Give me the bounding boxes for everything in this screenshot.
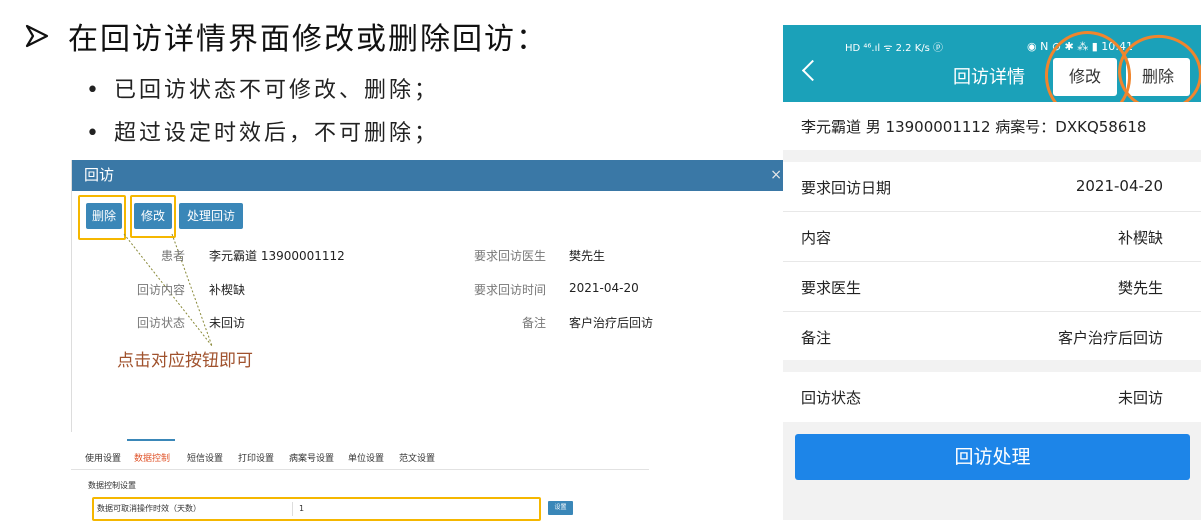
slide-title: 在回访详情界面修改或删除回访：	[24, 14, 548, 58]
mobile-header: HD ⁴⁶.ıl ᯤ 2.2 K/s ⓟ ◉ N ⊙ ✱ ⁂ ▮ 10:41 回…	[783, 25, 1201, 127]
list-item: 要求医生 樊先生	[783, 262, 1201, 312]
cancel-timeout-row: 数据可取消操作时效（天数） 1	[92, 497, 541, 521]
tab-template-settings[interactable]: 范文设置	[399, 451, 435, 464]
arrow-bullet-icon	[24, 22, 54, 57]
tab-data-control[interactable]: 数据控制	[134, 451, 170, 464]
doctor-value: 樊先生	[569, 249, 606, 263]
section-title: 数据控制设置	[88, 481, 136, 490]
annotation-note: 点击对应按钮即可	[117, 351, 253, 371]
bullet-item: • 超过设定时效后，不可删除；	[86, 121, 440, 146]
content-label: 回访内容	[136, 283, 185, 297]
visit-status-card: 回访状态 未回访	[783, 372, 1201, 422]
patient-info-bar: 李元霸道 男 13900001112 病案号：DXKQ58618	[783, 102, 1201, 150]
remark-value: 客户治疗后回访	[569, 316, 654, 330]
settings-save-button[interactable]: 设置	[548, 501, 573, 515]
patient-info-text: 李元霸道 男 13900001112 病案号：DXKQ58618	[801, 118, 1147, 136]
doctor-label: 要求回访医生	[473, 249, 546, 263]
status-value: 未回访	[209, 316, 246, 330]
mobile-visit-detail: HD ⁴⁶.ıl ᯤ 2.2 K/s ⓟ ◉ N ⊙ ✱ ⁂ ▮ 10:41 回…	[783, 25, 1201, 520]
content-value: 补楔缺	[209, 283, 246, 297]
tab-record-number-settings[interactable]: 病案号设置	[289, 451, 334, 464]
slide-title-text: 在回访详情界面修改或删除回访：	[68, 22, 548, 57]
status-label: 回访状态	[136, 316, 185, 330]
mobile-header-title: 回访详情	[953, 67, 1025, 88]
remark-label: 备注	[521, 316, 546, 330]
visit-dialog: 回访 × 删除 修改 处理回访 患者 李元霸道 13900001112 要求回访…	[71, 160, 786, 432]
status-bar-left: HD ⁴⁶.ıl ᯤ 2.2 K/s ⓟ	[845, 43, 944, 54]
patient-value: 李元霸道 13900001112	[209, 249, 345, 263]
tab-print-settings[interactable]: 打印设置	[238, 451, 274, 464]
tab-unit-settings[interactable]: 单位设置	[348, 451, 384, 464]
settings-tabs: 使用设置 数据控制 短信设置 打印设置 病案号设置 单位设置 范文设置	[71, 439, 649, 470]
back-chevron-icon[interactable]	[801, 59, 824, 82]
cancel-timeout-label: 数据可取消操作时效（天数）	[97, 504, 201, 513]
bullet-item: • 已回访状态不可修改、删除；	[86, 78, 440, 103]
active-tab-underline	[127, 439, 175, 441]
list-item: 备注 客户治疗后回访	[801, 329, 1163, 347]
time-label: 要求回访时间	[473, 283, 546, 297]
visit-detail-list: 要求回访日期 2021-04-20 内容 补楔缺 要求医生 樊先生 备注 客户治…	[783, 162, 1201, 360]
tab-usage-settings[interactable]: 使用设置	[85, 451, 121, 464]
patient-label: 患者	[160, 249, 185, 263]
list-item: 内容 补楔缺	[783, 212, 1201, 262]
list-item: 要求回访日期 2021-04-20	[783, 162, 1201, 212]
list-item: 回访状态 未回访	[801, 389, 1163, 407]
tab-sms-settings[interactable]: 短信设置	[187, 451, 223, 464]
process-visit-primary-button[interactable]: 回访处理	[795, 434, 1190, 480]
time-value: 2021-04-20	[569, 281, 639, 295]
cancel-timeout-input[interactable]: 1	[292, 502, 539, 516]
